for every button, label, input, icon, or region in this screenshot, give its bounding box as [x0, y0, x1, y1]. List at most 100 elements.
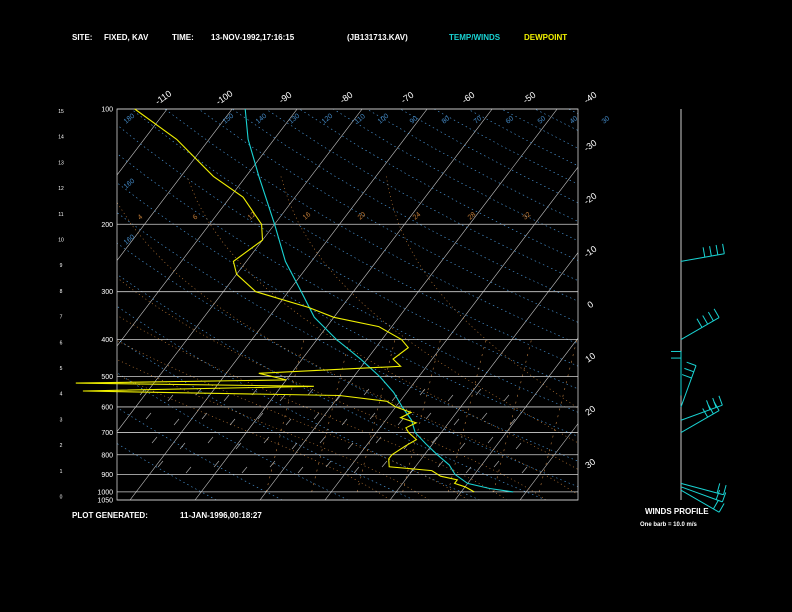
isotherm-line [324, 166, 578, 500]
height-tick-label: 0 [60, 495, 63, 501]
dry-adiabat-line [117, 372, 349, 500]
dry-adiabat-label: 120 [321, 113, 335, 126]
dry-adiabat-line [117, 124, 578, 390]
height-tick-label: 1 [60, 469, 63, 475]
dry-adiabat-line [433, 109, 578, 185]
wind-barb-flag [718, 503, 725, 513]
grid-tick [397, 418, 404, 426]
height-tick-label: 10 [58, 238, 64, 244]
grid-tick [151, 436, 158, 444]
isotherm-top-label: -50 [521, 90, 537, 106]
height-tick-label: 3 [60, 417, 63, 423]
grid-tick [437, 460, 444, 468]
pressure-tick-label: 500 [101, 374, 113, 381]
dry-adiabat-line [332, 109, 578, 242]
dry-adiabat-line [568, 109, 578, 114]
isotherm-top-label: -110 [153, 88, 173, 106]
pressure-tick-label: 600 [101, 404, 113, 411]
mixing-ratio-line [538, 339, 578, 492]
height-tick-label: 6 [60, 340, 63, 346]
mixing-ratio-label: 32 [522, 211, 533, 221]
dewpoint-profile-line [75, 108, 475, 493]
wind-barb-flag [722, 243, 725, 254]
isotherm-line [194, 109, 493, 500]
grid-tick [285, 418, 292, 426]
skewt-chart: 1002003004005006007008009001000105015141… [58, 88, 792, 513]
isotherm-right-label: 30 [583, 457, 597, 471]
height-tick-label: 8 [60, 289, 63, 295]
plot-generated-label: PLOT GENERATED: [72, 511, 148, 520]
moist-adiabat-line [117, 359, 430, 500]
pressure-tick-label: 900 [101, 472, 113, 479]
isotherm-line [389, 252, 578, 500]
dry-adiabat-label: 70 [473, 115, 484, 125]
pressure-tick-label: 700 [101, 430, 113, 437]
height-tick-label: 13 [58, 160, 64, 166]
isotherm-line [780, 109, 792, 500]
grid-tick [297, 466, 304, 474]
isotherm-line [117, 109, 168, 176]
wind-barb-flag [718, 395, 723, 406]
moist-adiabat-line [280, 176, 578, 444]
wind-barb-flag [712, 500, 719, 510]
wind-barb-flag [702, 408, 709, 418]
isotherm-right-label: -30 [582, 138, 598, 154]
isotherm-top-label: -100 [214, 88, 234, 107]
height-tick-label: 7 [60, 315, 63, 321]
wind-barb-flag [713, 308, 720, 318]
grid-tick [347, 442, 354, 450]
wind-barb-flag [715, 244, 719, 255]
grid-tick [185, 466, 192, 474]
dry-adiabat-line [299, 109, 578, 261]
pressure-tick-label: 200 [101, 222, 113, 229]
grid-tick [313, 412, 320, 420]
grid-tick [145, 412, 152, 420]
dry-adiabat-line [117, 273, 547, 500]
mixing-ratio-line [311, 339, 350, 492]
height-tick-label: 11 [58, 212, 63, 218]
grid-tick [431, 436, 438, 444]
grid-tick [353, 466, 360, 474]
grid-tick [291, 442, 298, 450]
dry-adiabat-line [366, 109, 578, 222]
dry-adiabat-line [231, 109, 578, 302]
isotherm-top-label: -40 [582, 90, 598, 106]
isotherm-line [519, 423, 578, 500]
dry-adiabat-line [117, 182, 578, 437]
grid-tick [363, 388, 370, 396]
pressure-tick-label: 300 [101, 289, 113, 296]
isotherm-line [129, 109, 428, 500]
isotherm-top-label: -80 [338, 90, 354, 106]
dry-adiabat-label: 30 [601, 115, 612, 125]
grid-tick [179, 442, 186, 450]
grid-tick [341, 418, 348, 426]
grid-tick [319, 436, 326, 444]
dry-adiabat-line [265, 109, 578, 281]
grid-tick [195, 388, 202, 396]
dry-adiabat-label: 80 [441, 115, 452, 125]
dry-adiabat-line [534, 109, 578, 131]
dry-adiabat-label: 100 [377, 113, 391, 126]
grid-tick [419, 388, 426, 396]
dry-adiabat-line [117, 242, 578, 487]
dry-adiabat-line [467, 109, 578, 167]
grid-tick [375, 436, 382, 444]
mixing-ratio-label: 6 [192, 214, 200, 222]
height-tick-label: 9 [60, 263, 63, 269]
grid-tick [241, 466, 248, 474]
grid-tick [173, 418, 180, 426]
dry-adiabat-label: 110 [354, 113, 367, 126]
grid-tick [465, 466, 472, 474]
height-tick-label: 5 [60, 366, 63, 372]
grid-tick [307, 388, 314, 396]
grid-tick [487, 436, 494, 444]
wind-barb-flag [696, 318, 703, 328]
grid-tick [409, 466, 416, 474]
isotherm-line [585, 109, 792, 500]
dry-adiabat-label: 180 [123, 113, 137, 126]
mixing-ratio-label: 28 [467, 211, 478, 221]
grid-tick [447, 394, 454, 402]
height-tick-label: 12 [58, 186, 64, 192]
dry-adiabat-line [131, 109, 578, 367]
grid-tick [493, 460, 500, 468]
